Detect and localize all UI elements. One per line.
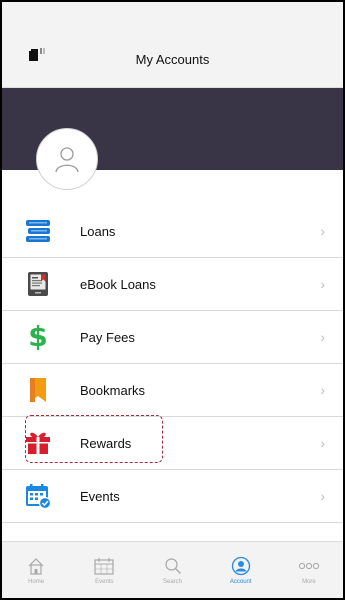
tab-label: More — [302, 578, 316, 585]
tab-more[interactable]: More — [275, 542, 343, 598]
menu-item-label: Events — [80, 488, 120, 504]
ereader-icon — [25, 271, 51, 297]
menu-item-pay-fees[interactable]: $ Pay Fees › — [2, 311, 343, 364]
tab-events[interactable]: Events — [70, 542, 138, 598]
tab-home[interactable]: Home — [2, 542, 70, 598]
search-icon — [164, 556, 182, 576]
tab-label: Events — [95, 578, 114, 585]
user-icon — [55, 147, 79, 173]
status-bar — [2, 2, 343, 32]
phone-frame: My Accounts Loans › eBook Loans › $ Pay … — [0, 0, 345, 600]
tab-label: Search — [163, 578, 183, 585]
menu-item-events[interactable]: Events › — [2, 470, 343, 523]
page-title: My Accounts — [135, 52, 210, 67]
menu-item-label: Pay Fees — [80, 329, 135, 345]
menu-item-bookmarks[interactable]: Bookmarks › — [2, 364, 343, 417]
tab-search[interactable]: Search — [138, 542, 206, 598]
bookmark-icon — [25, 377, 51, 403]
tab-label: Home — [28, 578, 45, 585]
tab-bar: Home Events Search Account More — [2, 541, 343, 598]
account-icon — [231, 556, 251, 576]
chevron-right-icon: › — [320, 382, 325, 398]
calendar-icon — [94, 556, 114, 576]
menu-item-label: Bookmarks — [80, 382, 146, 398]
menu-item-label: Loans — [80, 223, 116, 239]
menu-item-label: Rewards — [80, 435, 132, 451]
menu-item-loans[interactable]: Loans › — [2, 205, 343, 258]
dollar-icon: $ — [28, 320, 48, 353]
chevron-right-icon: › — [320, 223, 325, 239]
chevron-right-icon: › — [320, 488, 325, 504]
menu-item-label: eBook Loans — [80, 276, 156, 292]
chevron-right-icon: › — [320, 435, 325, 451]
chevron-right-icon: › — [320, 276, 325, 292]
menu-item-ebook-loans[interactable]: eBook Loans › — [2, 258, 343, 311]
menu-item-rewards[interactable]: Rewards › — [2, 417, 343, 470]
account-menu: Loans › eBook Loans › $ Pay Fees › Bookm… — [2, 205, 343, 523]
home-icon — [27, 556, 45, 576]
more-icon — [298, 556, 320, 576]
tab-account[interactable]: Account — [207, 542, 275, 598]
books-icon — [25, 218, 51, 244]
back-icon[interactable] — [28, 46, 46, 62]
tab-label: Account — [229, 578, 252, 585]
chevron-right-icon: › — [320, 329, 325, 345]
avatar[interactable] — [36, 128, 98, 190]
nav-header: My Accounts — [2, 32, 343, 88]
gift-icon — [25, 430, 51, 456]
calendar-icon — [25, 483, 51, 509]
